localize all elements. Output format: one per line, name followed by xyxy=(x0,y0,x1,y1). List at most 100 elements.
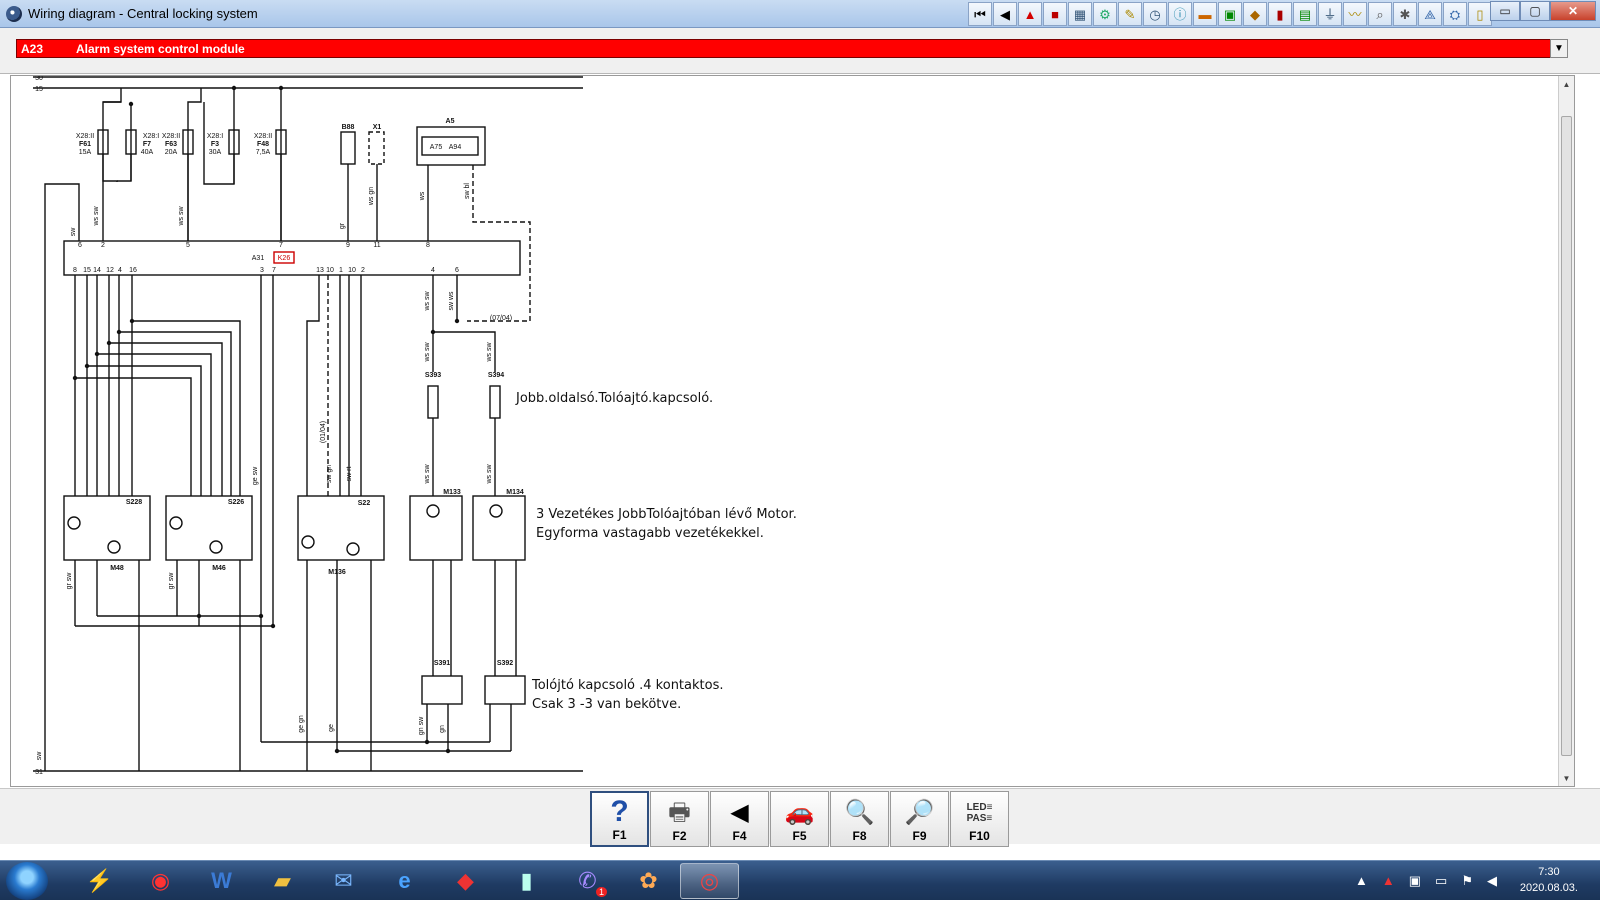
wiring-diagram-canvas[interactable]: 30 15 31 X28:II F61 15A X28:I F7 40A X28… xyxy=(10,75,1575,787)
chevron-down-icon[interactable]: ▼ xyxy=(1550,39,1568,58)
f10-led-pass-button[interactable]: LED≡ PAS≡ F10 xyxy=(950,791,1009,847)
f5-vehicle-button[interactable]: 🚗 F5 xyxy=(770,791,829,847)
component-selector[interactable]: A23 Alarm system control module ▼ xyxy=(16,39,1568,58)
thunderbird-icon[interactable]: ✉ xyxy=(314,863,373,899)
label-m46: M46 xyxy=(212,565,226,572)
pin-top-2: 2 xyxy=(101,242,105,249)
f9-search-tool-button[interactable]: 🔎 F9 xyxy=(890,791,949,847)
fuse-f3-conn: X28:I xyxy=(207,133,223,140)
tool-icon[interactable]: ✎ xyxy=(1118,2,1142,26)
paint-icon[interactable]: ✿ xyxy=(619,863,678,899)
f1-help-button[interactable]: ? F1 xyxy=(590,791,649,847)
printer-icon: 🖶 xyxy=(668,799,691,826)
scroll-thumb[interactable] xyxy=(1561,116,1572,756)
maximize-button[interactable]: ▢ xyxy=(1520,1,1550,21)
start-button[interactable] xyxy=(6,862,48,900)
tray-app-icon[interactable]: ▲ xyxy=(1382,873,1395,889)
save-icon[interactable]: ▣ xyxy=(1218,2,1242,26)
wire-label-ws-sw: ws sw xyxy=(93,206,100,227)
led-pass-icon: LED≡ PAS≡ xyxy=(966,802,993,824)
search-icon[interactable]: ⌕ xyxy=(1368,2,1392,26)
viber-icon[interactable]: ✆ 1 xyxy=(558,863,617,899)
fuse-icon[interactable]: ▮ xyxy=(1268,2,1292,26)
wire-label-gr-sw-2: gr sw xyxy=(168,572,175,590)
car-info-icon[interactable]: ⛭ xyxy=(1443,2,1467,26)
image-icon[interactable]: ▦ xyxy=(1068,2,1092,26)
explorer-icon[interactable]: ▰ xyxy=(253,863,312,899)
ground-icon[interactable]: ⏚ xyxy=(1318,2,1342,26)
tray-expand-icon[interactable]: ▲ xyxy=(1355,873,1368,889)
pin-top-7: 7 xyxy=(279,242,283,249)
pin-top-11: 11 xyxy=(373,242,380,249)
print-icon[interactable]: ■ xyxy=(1043,2,1067,26)
wire-label-gn: gn xyxy=(439,725,446,733)
label-a5: A5 xyxy=(446,118,455,125)
tray-network-icon[interactable]: ▭ xyxy=(1435,873,1447,889)
vertical-scrollbar[interactable]: ▲ ▼ xyxy=(1558,76,1574,786)
ie-icon[interactable]: e xyxy=(375,863,434,899)
chrome-icon[interactable]: ◉ xyxy=(131,863,190,899)
f4-back-button[interactable]: ◀ F4 xyxy=(710,791,769,847)
label-k26: K26 xyxy=(278,255,291,262)
wire-icon[interactable]: 〰 xyxy=(1343,2,1367,26)
wiring-diagram: 30 15 31 X28:II F61 15A X28:I F7 40A X28… xyxy=(33,76,583,776)
f5-label: F5 xyxy=(792,829,807,843)
fuse-f3-amp: 30A xyxy=(209,149,222,156)
pin-bottom-6: 6 xyxy=(455,267,459,274)
first-page-icon[interactable]: ⏮ xyxy=(968,2,992,26)
word-icon[interactable]: W xyxy=(192,863,251,899)
notepad-icon[interactable]: ▮ xyxy=(497,863,556,899)
wire-label-gr: gr xyxy=(339,222,346,229)
pin-top-5: 5 xyxy=(186,242,190,249)
connector-icon[interactable]: ▤ xyxy=(1293,2,1317,26)
scroll-up-icon[interactable]: ▲ xyxy=(1559,76,1574,92)
pin-bottom-2: 2 xyxy=(361,267,365,274)
f4-label: F4 xyxy=(732,829,747,843)
label-s22: S22 xyxy=(358,500,371,507)
info-icon[interactable]: ⓘ xyxy=(1168,2,1192,26)
ref-0704: (07/04) xyxy=(490,315,512,322)
rail-label-30: 30 xyxy=(35,76,43,82)
component-icon[interactable]: ◆ xyxy=(1243,2,1267,26)
close-button[interactable]: ✕ xyxy=(1550,1,1596,21)
note-icon[interactable]: ▯ xyxy=(1468,2,1492,26)
pin-bottom-12: 12 xyxy=(106,267,114,274)
tray-volume-icon[interactable]: ◀ xyxy=(1487,873,1497,889)
settings-icon[interactable]: ⚙ xyxy=(1093,2,1117,26)
f1-label: F1 xyxy=(612,828,627,842)
window-controls: ▭ ▢ ✕ xyxy=(1490,1,1596,21)
clock[interactable]: 7:30 2020.08.03. xyxy=(1520,864,1578,896)
diagnostic-app-icon[interactable]: ◎ xyxy=(680,863,739,899)
label-s228: S228 xyxy=(126,499,142,506)
tray-flag-icon[interactable]: ⚑ xyxy=(1461,873,1473,889)
pin-bottom-7: 7 xyxy=(272,267,276,274)
f2-print-button[interactable]: 🖶 F2 xyxy=(650,791,709,847)
label-b88: B88 xyxy=(342,124,355,131)
wire-label-sw-2: sw xyxy=(36,751,43,761)
annotation-motor: 3 Vezetékes JobbTolóajtóban lévő Motor. … xyxy=(536,507,797,541)
f2-label: F2 xyxy=(672,829,687,843)
tray-device-icon[interactable]: ▣ xyxy=(1409,873,1421,889)
minimize-button[interactable]: ▭ xyxy=(1490,1,1520,21)
f8-search-button[interactable]: 🔍 F8 xyxy=(830,791,889,847)
fuse-f7-conn: X28:I xyxy=(143,133,159,140)
gear-icon[interactable]: ✱ xyxy=(1393,2,1417,26)
wire-label-ws-gn: ws gn xyxy=(368,187,375,206)
label-a94: A94 xyxy=(449,144,462,151)
clock-icon[interactable]: ◷ xyxy=(1143,2,1167,26)
back-icon[interactable]: ◀ xyxy=(993,2,1017,26)
wire-label-sw-rt: sw rt xyxy=(346,467,353,482)
warning-icon[interactable]: ▲ xyxy=(1018,2,1042,26)
winamp-icon[interactable]: ⚡ xyxy=(70,863,129,899)
label-s226: S226 xyxy=(228,499,244,506)
car-icon[interactable]: ▬ xyxy=(1193,2,1217,26)
fuse-f7-amp: 40A xyxy=(141,149,154,156)
acrobat-icon[interactable]: ◆ xyxy=(436,863,495,899)
network-icon[interactable]: ⟁ xyxy=(1418,2,1442,26)
scroll-down-icon[interactable]: ▼ xyxy=(1559,770,1574,786)
ref-0104: (01/04) xyxy=(320,421,327,443)
toolbar: ⏮ ◀ ▲ ■ ▦ ⚙ ✎ ◷ ⓘ ▬ ▣ ◆ ▮ ▤ ⏚ 〰 ⌕ ✱ ⟁ ⛭ … xyxy=(968,2,1492,26)
wire-label-ws-sw-5: ws sw xyxy=(486,342,493,363)
wire-label-gr-sw: gr sw xyxy=(66,572,73,590)
wire-label-gn-sw: gn sw xyxy=(418,716,425,735)
